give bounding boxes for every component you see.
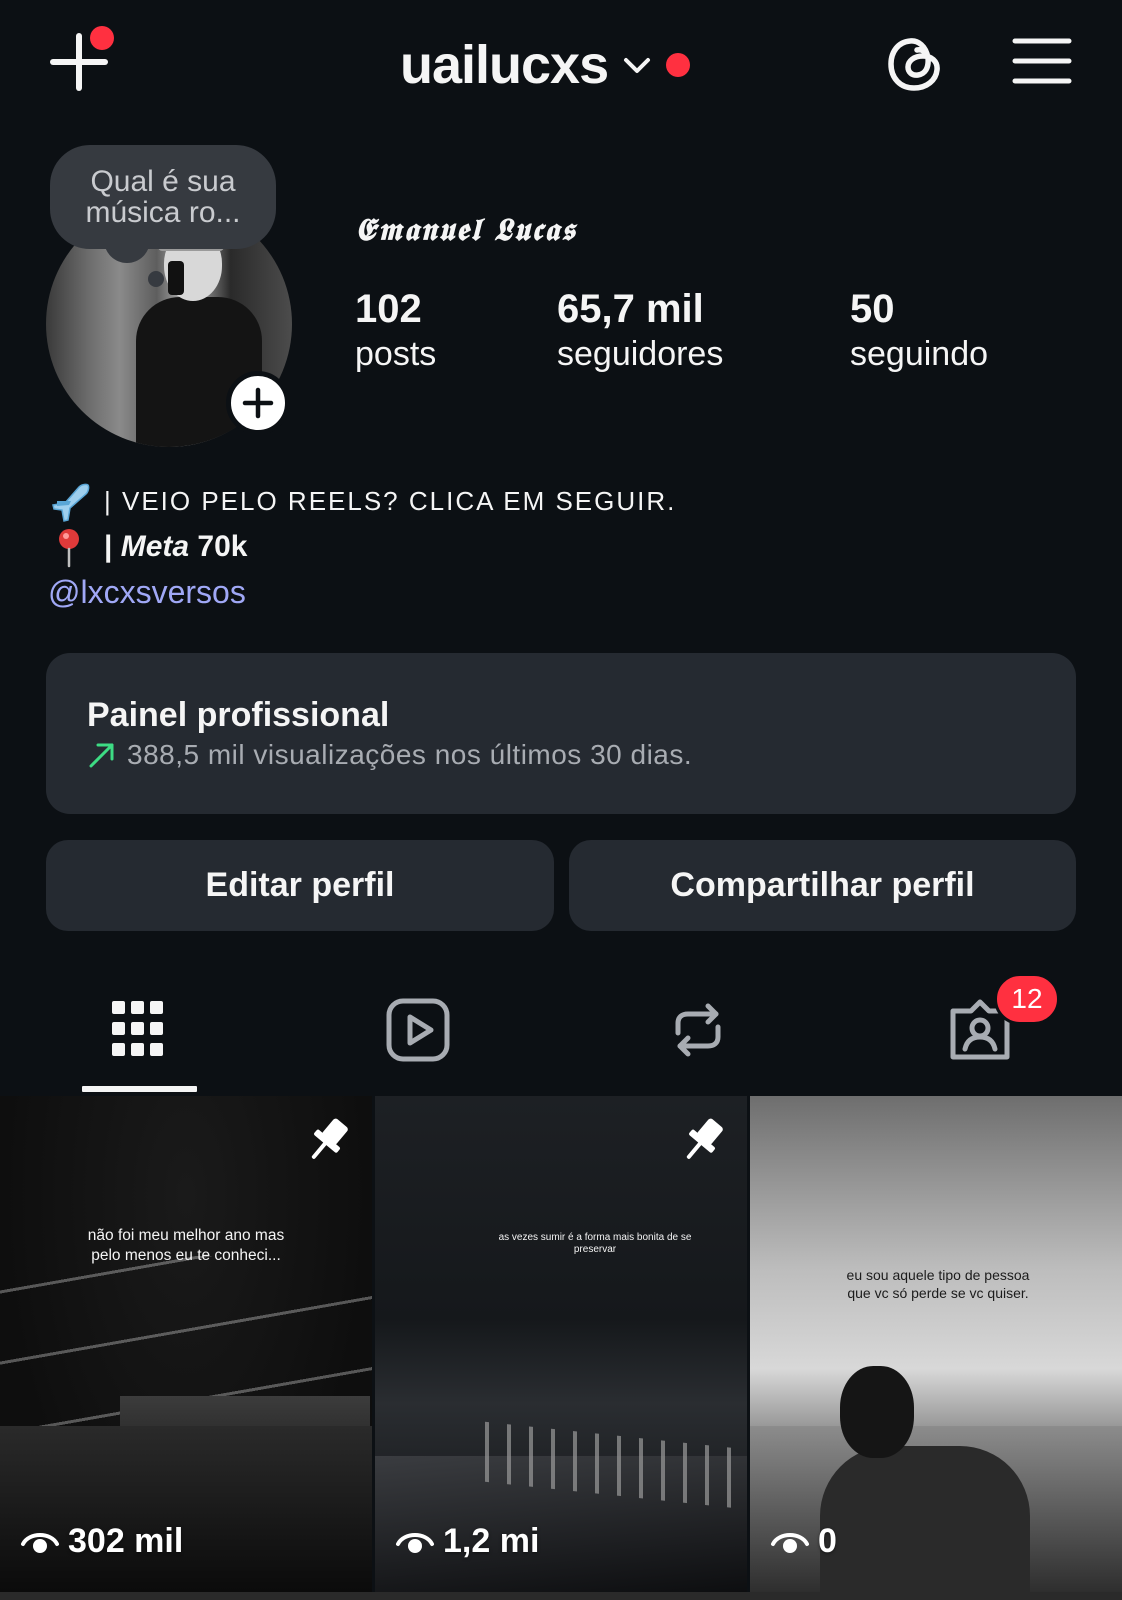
post-views-count: 0 (818, 1522, 837, 1560)
tab-posts-grid[interactable] (80, 985, 196, 1095)
tab-reels[interactable] (360, 985, 476, 1095)
followers-stat[interactable]: 65,7 mil seguidores (557, 286, 723, 376)
post-caption: não foi meu melhor ano mas pelo menos eu… (87, 1227, 285, 1264)
tagged-count-badge: 12 (994, 973, 1060, 1025)
add-story-button[interactable] (226, 371, 290, 435)
account-notification-dot (666, 53, 691, 77)
avatar-figure-phone (168, 261, 184, 295)
followers-count: 65,7 mil (557, 287, 704, 331)
bio-mention-link[interactable]: @lxcxsversos (48, 568, 1078, 616)
create-notification-dot (90, 26, 114, 50)
post-caption: as vezes sumir é a forma mais bonita de … (498, 1232, 692, 1255)
posts-label: posts (355, 335, 437, 373)
dashboard-subtitle: 388,5 mil visualizações nos últimos 30 d… (127, 739, 693, 770)
note-bubble-dot (148, 271, 164, 287)
reels-icon (386, 998, 450, 1062)
bio-line-2: | Meta 70k (48, 524, 1078, 570)
hamburger-menu-icon (1012, 38, 1072, 84)
following-label: seguindo (850, 335, 989, 373)
dashboard-title: Painel profissional (87, 696, 390, 734)
followers-label: seguidores (557, 335, 724, 373)
repost-icon (675, 1003, 721, 1057)
grid-post[interactable]: não foi meu melhor ano mas pelo menos eu… (0, 1096, 372, 1592)
post-views: 0 (770, 1522, 837, 1561)
bio: | VEIO PELO REELS? CLICA EM SEGUIR. | Me… (48, 478, 1078, 616)
grid-icon (112, 1001, 163, 1056)
post-1-background-floor (0, 1426, 372, 1592)
threads-icon (888, 38, 940, 91)
create-button[interactable] (48, 26, 114, 96)
plus-icon (242, 387, 274, 419)
tab-reposts[interactable] (640, 985, 756, 1095)
airplane-icon (48, 478, 94, 524)
bio-line-2-meta: Meta (120, 530, 190, 563)
profile-avatar-area: Qual é sua música ro... (44, 145, 304, 447)
bio-line-2-prefix: | (104, 530, 121, 563)
top-bar: uailucxs (0, 0, 1122, 130)
following-stat[interactable]: 50 seguindo (850, 286, 988, 376)
next-row-edge (0, 1592, 1122, 1600)
professional-dashboard[interactable]: Painel profissional 388,5 mil visualizaç… (46, 653, 1076, 814)
views-eye-icon (396, 1532, 434, 1553)
pushpin-icon (48, 524, 94, 570)
pin-icon (686, 1118, 723, 1159)
views-eye-icon (21, 1532, 59, 1553)
active-tab-indicator (82, 1086, 197, 1092)
share-profile-button[interactable]: Compartilhar perfil (569, 840, 1076, 931)
username: uailucxs (400, 35, 609, 95)
post-caption: eu sou aquele tipo de pessoa que vc só p… (846, 1267, 1030, 1301)
note-text: Qual é sua música ro... (85, 165, 241, 229)
post-3-person-head (840, 1366, 914, 1458)
chevron-down-icon (624, 58, 651, 73)
grid-post[interactable]: as vezes sumir é a forma mais bonita de … (375, 1096, 747, 1592)
note-bubble[interactable]: Qual é sua música ro... (50, 145, 276, 249)
posts-count: 102 (355, 287, 422, 331)
post-views-count: 302 mil (68, 1522, 184, 1560)
edit-profile-button[interactable]: Editar perfil (46, 840, 554, 931)
pin-icon (311, 1118, 348, 1159)
posts-stat[interactable]: 102 posts (355, 286, 436, 376)
display-name: 𝕰𝖒𝖆𝖓𝖚𝖊𝖑 𝕷𝖚𝖈𝖆𝖘 (355, 212, 577, 248)
bio-line-1: | VEIO PELO REELS? CLICA EM SEGUIR. (48, 478, 1078, 524)
views-eye-icon (771, 1532, 809, 1553)
trend-up-arrow-icon (89, 743, 114, 768)
grid-post[interactable]: eu sou aquele tipo de pessoa que vc só p… (750, 1096, 1122, 1592)
dashboard-subtitle-row: 388,5 mil visualizações nos últimos 30 d… (87, 739, 1036, 771)
bio-line-2-value: 70k (189, 530, 248, 563)
posts-grid: não foi meu melhor ano mas pelo menos eu… (0, 1096, 1122, 1600)
menu-button[interactable] (1012, 36, 1072, 86)
post-3-person-body (820, 1446, 1030, 1592)
profile-tabs (0, 985, 1122, 1095)
post-views: 302 mil (20, 1522, 183, 1561)
threads-button[interactable] (884, 30, 946, 96)
post-views: 1,2 mi (395, 1522, 539, 1561)
post-views-count: 1,2 mi (443, 1522, 540, 1560)
bio-line-1-text: | VEIO PELO REELS? CLICA EM SEGUIR. (104, 485, 677, 516)
following-count: 50 (850, 287, 895, 331)
account-switcher[interactable]: uailucxs (400, 30, 691, 100)
